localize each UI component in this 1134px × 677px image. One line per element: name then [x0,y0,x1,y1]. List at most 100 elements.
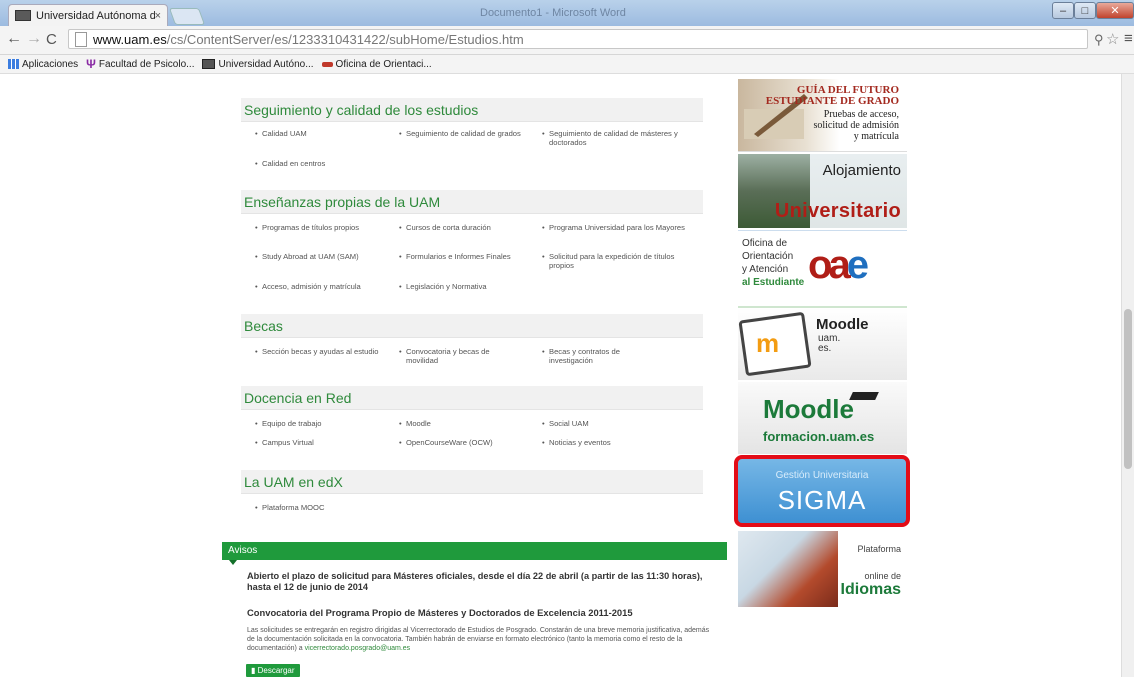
apps-grid-icon [8,59,19,69]
banner-moodle-uam[interactable]: m Moodle uam. es. [738,306,907,380]
oae-line3: y Atención [742,264,789,275]
vertical-scrollbar[interactable] [1121,74,1134,677]
banner-plataforma-idiomas[interactable]: Plataforma online de Idiomas [738,531,907,607]
browser-tab[interactable]: Universidad Autónoma de × [8,4,168,26]
list-link[interactable]: Campus Virtual [255,438,395,447]
back-arrow-icon[interactable]: ← [6,30,22,48]
aviso-convocatoria-title: Convocatoria del Programa Propio de Mást… [247,607,633,618]
list-link[interactable]: Noticias y eventos [542,438,682,447]
email-link[interactable]: vicerrectorado.posgrado@uam.es [305,645,411,652]
bookmark-facultad-psicologia[interactable]: Ψ Facultad de Psicolo... [86,57,195,71]
graduation-cap-icon [849,392,879,400]
descargar-label: Descargar [257,666,295,675]
uam-icon [202,59,216,69]
list-link[interactable]: Seguimiento de calidad de másteres y doc… [542,129,692,147]
scrollbar-thumb[interactable] [1124,309,1132,469]
bookmark-uam[interactable]: Universidad Autóno... [202,58,314,70]
bookmark-star-icon[interactable]: ☆ [1106,30,1119,48]
psi-icon: Ψ [86,57,96,71]
list-link[interactable]: Social UAM [542,419,682,428]
list-link[interactable]: Becas y contratos de investigación [542,347,662,365]
window-title: Documento1 - Microsoft Word [480,7,626,19]
list-link[interactable]: OpenCourseWare (OCW) [399,438,539,447]
section-uam-edx: La UAM en edX Plataforma MOOC [241,470,703,514]
list-link[interactable]: Formularios e Informes Finales [399,252,539,261]
banner-sigma[interactable]: Gestión Universitaria SIGMA [734,455,910,527]
uam-favicon-icon [15,10,31,21]
list-link[interactable]: Moodle [399,419,539,428]
bookmark-label: Aplicaciones [22,58,79,70]
aviso-convocatoria-body: Las solicitudes se entregarán en registr… [247,626,717,653]
guia-sub-line3: y matrícula [853,131,899,142]
guia-title: GUÍA DEL FUTURO ESTUDIANTE DE GRADO [766,85,899,107]
list-link[interactable]: Study Abroad at UAM (SAM) [255,252,395,261]
section-docencia-red: Docencia en Red Equipo de trabajo Moodle… [241,386,703,460]
tab-close-icon[interactable]: × [155,10,161,22]
maximize-button[interactable]: □ [1074,2,1096,19]
sigma-title: SIGMA [777,485,867,515]
list-link[interactable]: Solicitud para la expedición de títulos … [542,252,692,270]
descargar-button[interactable]: ▮ Descargar [246,664,300,677]
idiomas-line2: online de [864,571,901,581]
url-field[interactable]: www.uam.es /cs/ContentServer/es/12333104… [68,29,1088,49]
minimize-button[interactable]: – [1052,2,1074,19]
section-title: Seguimiento y calidad de los estudios [241,98,703,122]
moodle-sub2: es. [818,343,832,354]
section-title: Becas [241,314,703,338]
idiomas-line1: Plataforma [857,544,901,554]
moodle-formacion-url: formacion.uam.es [763,429,875,444]
list-link[interactable]: Equipo de trabajo [255,419,395,428]
close-window-button[interactable]: ✕ [1096,2,1134,19]
list-link[interactable]: Cursos de corta duración [399,223,539,232]
reload-icon[interactable]: C [46,31,57,48]
list-link[interactable]: Convocatoria y becas de movilidad [399,347,519,365]
list-link[interactable]: Programa Universidad para los Mayores [542,223,692,232]
menu-icon[interactable]: ≡ [1124,30,1133,47]
banner-moodle-formacion[interactable]: Moodle formacion.uam.es [738,382,907,454]
section-becas: Becas Sección becas y ayudas al estudio … [241,314,703,378]
bookmark-oficina-orientacion[interactable]: Oficina de Orientaci... [321,58,432,70]
new-tab-button[interactable] [168,8,206,25]
forward-arrow-icon[interactable]: → [26,30,42,48]
url-path: /cs/ContentServer/es/1233310431422/subHo… [166,31,524,47]
section-title: Enseñanzas propias de la UAM [241,190,703,214]
banner-oficina-orientacion[interactable]: Oficina de Orientación y Atención al Est… [738,230,907,304]
bookmark-label: Oficina de Orientaci... [335,58,432,70]
oae-line2: Orientación [742,251,794,262]
sigma-subtitle: Gestión Universitaria [775,470,869,481]
moodle-m-logo: m [756,328,780,358]
aviso-masteres: Abierto el plazo de solicitud para Máste… [247,571,703,592]
list-link[interactable]: Calidad UAM [255,129,395,138]
bookmark-label: Universidad Autóno... [218,58,314,70]
oae-logo-o: o [808,243,833,287]
oae-text: Oficina de Orientación y Atención al Est… [742,237,804,289]
guia-title-line2: ESTUDIANTE DE GRADO [765,95,899,107]
list-link[interactable]: Acceso, admisión y matrícula [255,282,395,291]
bookmark-apps[interactable]: Aplicaciones [8,59,78,70]
oae-logo: oae [808,243,869,287]
list-link[interactable]: Seguimiento de calidad de grados [399,129,539,138]
list-link[interactable]: Sección becas y ayudas al estudio [255,347,385,356]
oae-line4: al Estudiante [742,277,805,288]
oae-logo-e: e [846,243,869,287]
browser-toolbar: ← → C www.uam.es /cs/ContentServer/es/12… [0,26,1134,55]
oae-logo-a: a [828,243,850,287]
banner-alojamiento-universitario[interactable]: Alojamiento Universitario [738,154,907,228]
alojamiento-label: Alojamiento [822,162,901,179]
zoom-icon[interactable]: ⚲ [1094,32,1104,48]
oae-line1: Oficina de [742,238,788,249]
url-host: www.uam.es [93,31,167,47]
list-link[interactable]: Legislación y Normativa [399,282,539,291]
page-icon [75,31,87,47]
avisos-notch [229,560,237,565]
list-link[interactable]: Plataforma MOOC [255,503,395,512]
bookmark-label: Facultad de Psicolo... [98,58,195,70]
guia-sub-line1: Pruebas de acceso, [823,109,899,120]
list-link[interactable]: Calidad en centros [255,159,395,168]
section-ensenanzas-propias: Enseñanzas propias de la UAM Programas d… [241,190,703,304]
idiomas-line3: Idiomas [840,581,901,598]
section-title: La UAM en edX [241,470,703,494]
list-link[interactable]: Programas de títulos propios [255,223,395,232]
banner-guia-futuro-estudiante[interactable]: GUÍA DEL FUTURO ESTUDIANTE DE GRADO Prueb… [738,79,907,152]
student-photo [738,531,838,607]
